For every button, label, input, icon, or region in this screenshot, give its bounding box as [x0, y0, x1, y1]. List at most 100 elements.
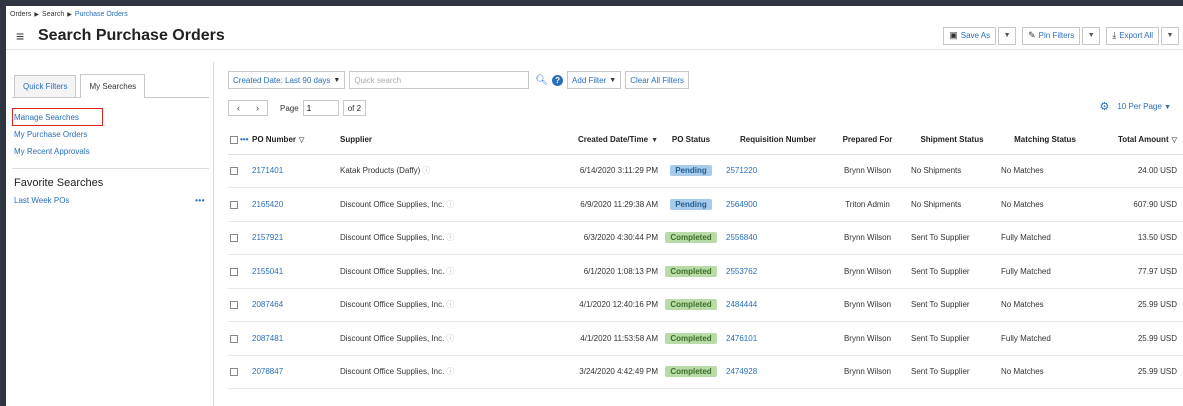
gear-icon[interactable]: ⚙	[1099, 100, 1109, 113]
column-header-prepared-for[interactable]: Prepared For	[830, 126, 905, 155]
matching-status-cell: Fully Matched	[993, 321, 1089, 356]
requisition-link[interactable]: 2571220	[726, 166, 757, 175]
po-number-link[interactable]: 2165420	[252, 200, 283, 209]
clear-all-filters-button[interactable]: Clear All Filters	[625, 71, 689, 89]
row-checkbox[interactable]	[230, 301, 238, 310]
row-checkbox[interactable]	[230, 200, 238, 209]
supplier-cell: Discount Office Supplies, Inc. ⓘ	[340, 321, 500, 356]
export-all-button[interactable]: ⤓ Export All	[1106, 26, 1159, 45]
column-header-shipment-status[interactable]: Shipment Status	[905, 126, 993, 155]
filter-sort-icon[interactable]: ▽	[299, 137, 304, 144]
main-content: Created Date: Last 90 days ▼ 🔍︎ ? Add Fi…	[214, 62, 1183, 406]
total-amount-cell: 25.99 USD	[1089, 288, 1183, 322]
status-badge: Completed	[665, 232, 717, 244]
info-icon[interactable]: ⓘ	[446, 334, 454, 343]
row-checkbox[interactable]	[230, 368, 238, 377]
prepared-for-cell: Triton Admin	[830, 187, 905, 222]
my-recent-approvals-link[interactable]: My Recent Approvals	[12, 143, 209, 160]
requisition-cell: 2484444	[720, 288, 830, 322]
manage-searches-link[interactable]: Manage Searches	[12, 108, 103, 126]
column-header-total-amount[interactable]: Total Amount ▽	[1089, 126, 1183, 155]
breadcrumb-separator-icon: ▶	[67, 11, 72, 18]
total-amount-cell: 25.99 USD	[1089, 321, 1183, 356]
hamburger-menu-icon[interactable]: ≡	[16, 28, 38, 44]
po-status-cell: Pending	[662, 154, 720, 188]
column-header-po-number[interactable]: PO Number ▽	[252, 126, 340, 155]
per-page-select[interactable]: 10 Per Page ▼	[1117, 102, 1171, 111]
tab-my-searches[interactable]: My Searches	[80, 74, 146, 98]
breadcrumb-separator-icon: ▶	[34, 11, 40, 18]
requisition-cell: 2476101	[720, 321, 830, 356]
column-header-matching-status[interactable]: Matching Status	[993, 126, 1089, 155]
help-icon[interactable]: ?	[552, 74, 564, 86]
select-all-checkbox[interactable]	[230, 136, 238, 145]
favorite-search-item[interactable]: Last Week POs •••	[12, 193, 209, 207]
requisition-link[interactable]: 2474928	[726, 367, 757, 376]
pin-filters-button[interactable]: ✎ Pin Filters	[1022, 26, 1081, 45]
favorite-search-label[interactable]: Last Week POs	[14, 196, 69, 205]
info-icon[interactable]: ⓘ	[446, 267, 454, 276]
created-date-filter[interactable]: Created Date: Last 90 days ▼	[228, 71, 346, 89]
more-options-icon[interactable]: •••	[240, 135, 248, 144]
row-checkbox-cell	[228, 321, 252, 356]
po-number-link[interactable]: 2157921	[252, 233, 283, 242]
po-number-link[interactable]: 2155041	[252, 267, 283, 276]
row-checkbox[interactable]	[230, 234, 238, 243]
chevron-right-icon[interactable]: ›	[256, 103, 259, 113]
requisition-link[interactable]: 2476101	[726, 334, 757, 343]
page-label: Page	[280, 103, 299, 113]
tab-quick-filters[interactable]: Quick Filters	[14, 75, 77, 97]
search-icon[interactable]: 🔍︎	[535, 75, 548, 86]
save-as-button[interactable]: ▣ Save As	[943, 26, 997, 45]
export-all-group: ⤓ Export All ▼	[1106, 26, 1179, 45]
breadcrumb-orders[interactable]: Orders	[10, 11, 31, 18]
column-header-po-status[interactable]: PO Status	[662, 126, 720, 155]
chevron-left-icon[interactable]: ‹	[237, 103, 240, 113]
po-number-link[interactable]: 2087464	[252, 300, 283, 309]
requisition-cell: 2571220	[720, 154, 830, 188]
quick-search-input[interactable]	[349, 71, 530, 89]
info-icon[interactable]: ⓘ	[446, 233, 454, 242]
po-number-link[interactable]: 2087481	[252, 334, 283, 343]
row-checkbox-cell	[228, 187, 252, 222]
column-header-requisition-number[interactable]: Requisition Number	[720, 126, 830, 155]
requisition-link[interactable]: 2556840	[726, 233, 757, 242]
save-as-group: ▣ Save As ▼	[943, 26, 1017, 45]
row-checkbox[interactable]	[230, 334, 238, 343]
breadcrumb-purchase-orders[interactable]: Purchase Orders	[75, 11, 128, 18]
matching-status-cell: No Matches	[993, 154, 1089, 188]
column-header-created-date[interactable]: Created Date/Time ▼	[500, 126, 662, 155]
chevron-down-icon: ▼	[609, 76, 617, 84]
more-options-icon[interactable]: •••	[195, 196, 205, 205]
po-number-link[interactable]: 2171401	[252, 166, 283, 175]
my-purchase-orders-link[interactable]: My Purchase Orders	[12, 126, 209, 143]
po-number-link[interactable]: 2078847	[252, 367, 283, 376]
page-count: of 2	[342, 100, 367, 116]
row-checkbox-cell	[228, 154, 252, 188]
requisition-link[interactable]: 2484444	[726, 300, 757, 309]
info-icon[interactable]: ⓘ	[446, 367, 454, 376]
add-filter-button[interactable]: Add Filter ▼	[567, 71, 622, 89]
row-checkbox[interactable]	[230, 167, 238, 176]
table-row: 2165420 Discount Office Supplies, Inc. ⓘ 6/…	[228, 187, 1183, 222]
page-number-input[interactable]	[302, 100, 339, 116]
save-as-dropdown-button[interactable]: ▼	[998, 26, 1017, 45]
supplier-name: Discount Office Supplies, Inc.	[340, 266, 445, 276]
info-icon[interactable]: ⓘ	[446, 200, 454, 209]
info-icon[interactable]: ⓘ	[422, 166, 430, 175]
requisition-link[interactable]: 2553762	[726, 267, 757, 276]
chevron-down-icon: ▼	[1087, 32, 1095, 39]
row-checkbox[interactable]	[230, 267, 238, 276]
sort-descending-icon[interactable]: ▼	[651, 137, 658, 144]
export-all-dropdown-button[interactable]: ▼	[1161, 26, 1179, 45]
info-icon[interactable]: ⓘ	[446, 300, 454, 309]
total-amount-cell: 25.99 USD	[1089, 355, 1183, 389]
sidebar-divider	[12, 168, 209, 169]
pin-filters-dropdown-button[interactable]: ▼	[1082, 26, 1101, 45]
filter-sort-icon[interactable]: ▽	[1172, 137, 1177, 144]
header-actions: ▣ Save As ▼ ✎ Pin Filters ▼ ⤓ Export All…	[943, 26, 1183, 45]
breadcrumb-search[interactable]: Search	[42, 11, 64, 18]
column-header-supplier[interactable]: Supplier	[340, 126, 500, 155]
requisition-link[interactable]: 2564900	[726, 200, 757, 209]
po-number-cell: 2078847	[252, 355, 340, 389]
